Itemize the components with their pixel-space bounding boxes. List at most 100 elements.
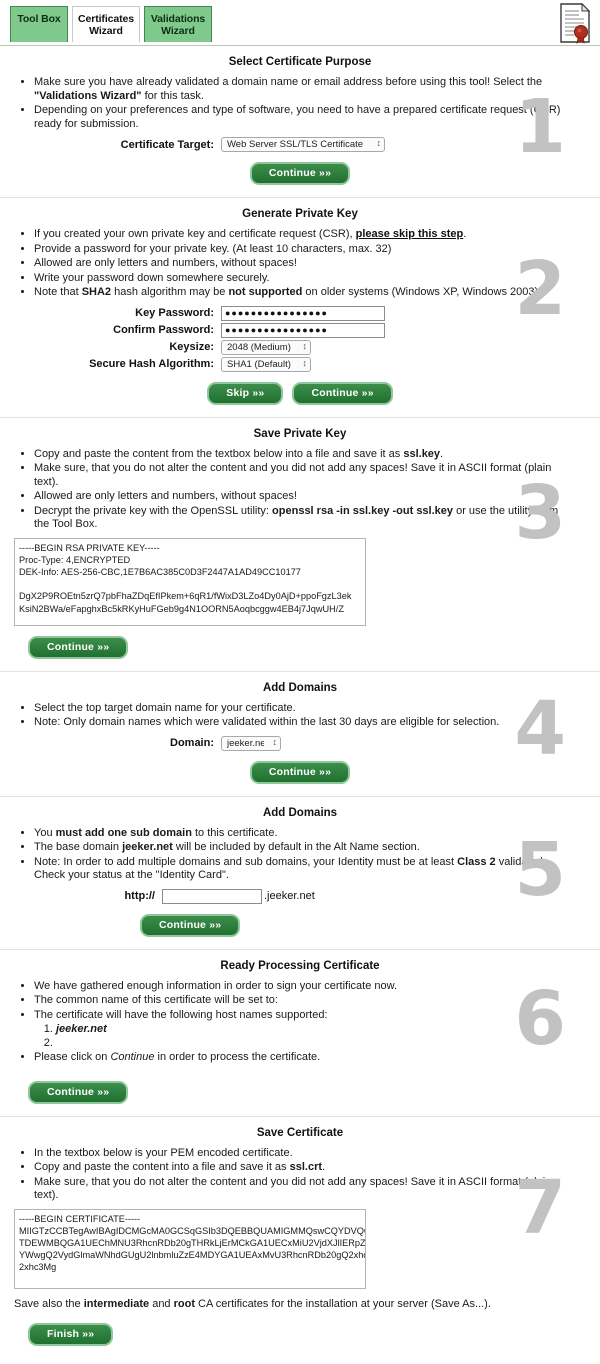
certificate-seal-icon xyxy=(556,2,594,44)
bullet-item: You must add one sub domain to this cert… xyxy=(34,827,590,841)
footnote-strong-2: root xyxy=(173,1297,195,1310)
bullet-item: The base domain jeeker.net will be inclu… xyxy=(34,841,590,855)
tab-tool-box[interactable]: Tool Box xyxy=(10,6,68,42)
domain-select[interactable]: jeeker.net xyxy=(221,735,281,751)
button-row-4: Continue »» xyxy=(10,760,590,784)
field-row-confirm-password: Confirm Password: xyxy=(10,322,590,338)
section-select-certificate-purpose: 1 Select Certificate Purpose Make sure y… xyxy=(0,46,600,197)
bullet-strong: openssl rsa -in ssl.key -out ssl.key xyxy=(272,504,454,517)
bullet-item: The common name of this certificate will… xyxy=(34,994,590,1008)
bullet-text-tail: . xyxy=(463,228,467,240)
form-step-1: Certificate Target: Web Server SSL/TLS C… xyxy=(10,137,590,152)
keysize-select-wrap: 2048 (Medium) xyxy=(221,339,311,355)
section-title-4: Add Domains xyxy=(262,681,338,694)
bullet-strong: ssl.key xyxy=(403,447,441,460)
field-row-key-password: Key Password: xyxy=(10,305,590,321)
bullet-strong: "Validations Wizard" xyxy=(34,89,142,102)
bullet-text-tail: in order to process the certificate. xyxy=(154,1051,321,1063)
bullet-item: Note: In order to add multiple domains a… xyxy=(34,856,590,883)
bullet-list-6: We have gathered enough information in o… xyxy=(10,980,590,1065)
section-title-7: Save Certificate xyxy=(256,1126,344,1139)
button-row-1: Continue »» xyxy=(10,162,590,185)
bottom-spacer xyxy=(10,1352,590,1358)
button-row-5: Continue »» xyxy=(10,913,590,937)
continue-button-step-2[interactable]: Continue »» xyxy=(292,381,393,405)
bullet-item: Provide a password for your private key.… xyxy=(34,243,590,257)
section-add-domains-top: 4 Add Domains Select the top target doma… xyxy=(0,670,600,796)
continue-button-step-4[interactable]: Continue »» xyxy=(249,760,351,784)
domain-select-wrap: jeeker.net xyxy=(221,735,281,751)
field-row-hash-algorithm: Secure Hash Algorithm: SHA1 (Default) xyxy=(10,356,590,372)
bullet-list-1: Make sure you have already validated a d… xyxy=(10,76,590,131)
button-row-6: Continue »» xyxy=(10,1080,590,1104)
bullet-item: Copy and paste the content from the text… xyxy=(34,448,590,462)
section-save-private-key: 3 Save Private Key Copy and paste the co… xyxy=(0,416,600,671)
bullet-item: Make sure, that you do not alter the con… xyxy=(34,462,590,489)
field-row-keysize: Keysize: 2048 (Medium) xyxy=(10,339,590,355)
field-row-subdomain: http:// .jeeker.net xyxy=(10,888,590,904)
finish-button[interactable]: Finish »» xyxy=(28,1322,114,1346)
protocol-label: http:// xyxy=(124,890,155,902)
host-name-item: jeeker.net xyxy=(56,1022,564,1036)
certificate-target-select[interactable]: Web Server SSL/TLS Certificate xyxy=(221,137,385,152)
continue-button-step-3[interactable]: Continue »» xyxy=(28,635,129,659)
footnote-text: Save also the xyxy=(14,1297,84,1310)
bullet-text-tail: . xyxy=(440,447,444,460)
footnote-text-tail: CA certificates for the installation at … xyxy=(195,1297,491,1310)
bullet-list-5: You must add one sub domain to this cert… xyxy=(10,827,590,883)
bullet-item: Allowed are only letters and numbers, wi… xyxy=(34,490,590,504)
keysize-select[interactable]: 2048 (Medium) xyxy=(221,339,311,355)
certificate-target-label: Certificate Target: xyxy=(120,138,214,151)
skip-button-step-2[interactable]: Skip »» xyxy=(207,381,284,405)
bullet-item: If you created your own private key and … xyxy=(34,228,590,242)
bullet-item: Write your password down somewhere secur… xyxy=(34,272,590,286)
hash-algorithm-select[interactable]: SHA1 (Default) xyxy=(221,356,311,372)
tab-bar: Tool Box Certificates Wizard Validations… xyxy=(0,0,600,46)
continue-button-step-1[interactable]: Continue »» xyxy=(249,162,351,185)
domain-suffix-label: .jeeker.net xyxy=(264,890,315,902)
bullet-list-7: In the textbox below is your PEM encoded… xyxy=(10,1147,590,1203)
tab-validations-wizard[interactable]: Validations Wizard xyxy=(144,6,212,42)
bullet-item: Note that SHA2 hash algorithm may be not… xyxy=(34,286,590,300)
bullet-list-4: Select the top target domain name for yo… xyxy=(10,702,590,730)
bullet-item: Allowed are only letters and numbers, wi… xyxy=(34,257,590,271)
bullet-em: Continue xyxy=(110,1051,155,1063)
bullet-strong: Class 2 xyxy=(457,855,496,868)
bullet-text: Note: In order to add multiple domains a… xyxy=(34,855,458,868)
host-name-1: jeeker.net xyxy=(56,1023,107,1035)
bullet-text: Note that xyxy=(34,286,82,298)
tab-tool-box-label: Tool Box xyxy=(17,13,61,25)
tab-certificates-wizard[interactable]: Certificates Wizard xyxy=(72,6,140,42)
bullet-strong: must add one sub domain xyxy=(55,826,192,839)
footnote-text-mid: and xyxy=(149,1297,174,1310)
bullet-text: You xyxy=(34,826,56,839)
continue-button-step-5[interactable]: Continue »» xyxy=(140,913,241,937)
tab-certificates-wizard-label-line2: Wizard xyxy=(89,25,123,37)
skip-step-link[interactable]: please skip this step xyxy=(356,228,464,240)
bullet-item: Copy and paste the content into a file a… xyxy=(34,1161,590,1175)
confirm-password-input[interactable] xyxy=(221,322,385,338)
bullet-item: Note: Only domain names which were valid… xyxy=(34,716,590,730)
form-step-5: http:// .jeeker.net xyxy=(10,888,590,904)
continue-button-step-6[interactable]: Continue »» xyxy=(28,1080,129,1104)
subdomain-input[interactable] xyxy=(162,888,262,904)
bullet-strong: SHA2 xyxy=(81,286,112,298)
bullet-item: Select the top target domain name for yo… xyxy=(34,702,590,716)
field-row-domain: Domain: jeeker.net xyxy=(10,735,590,751)
bullet-text: Copy and paste the content from the text… xyxy=(34,447,404,460)
private-key-textarea[interactable]: -----BEGIN RSA PRIVATE KEY----- Proc-Typ… xyxy=(14,537,366,626)
form-step-2: Key Password: Confirm Password: Keysize:… xyxy=(10,305,590,372)
bullet-text: Please click on xyxy=(34,1051,111,1063)
host-names-list: jeeker.net xyxy=(34,1022,564,1050)
domain-label: Domain: xyxy=(170,737,214,749)
section-title-2: Generate Private Key xyxy=(242,208,358,220)
button-row-2: Skip »» Continue »» xyxy=(10,381,590,405)
bullet-item: Make sure you have already validated a d… xyxy=(34,76,590,103)
key-password-input[interactable] xyxy=(221,305,385,321)
certificate-textarea[interactable]: -----BEGIN CERTIFICATE----- MIIGTzCCBTeg… xyxy=(14,1208,366,1289)
bullet-text: Decrypt the private key with the OpenSSL… xyxy=(34,504,273,517)
bullet-text-mid: hash algorithm may be xyxy=(111,286,229,298)
field-row-certificate-target: Certificate Target: Web Server SSL/TLS C… xyxy=(10,137,590,152)
bullet-list-3: Copy and paste the content from the text… xyxy=(10,448,590,532)
tab-validations-wizard-label-line1: Validations xyxy=(150,13,206,25)
